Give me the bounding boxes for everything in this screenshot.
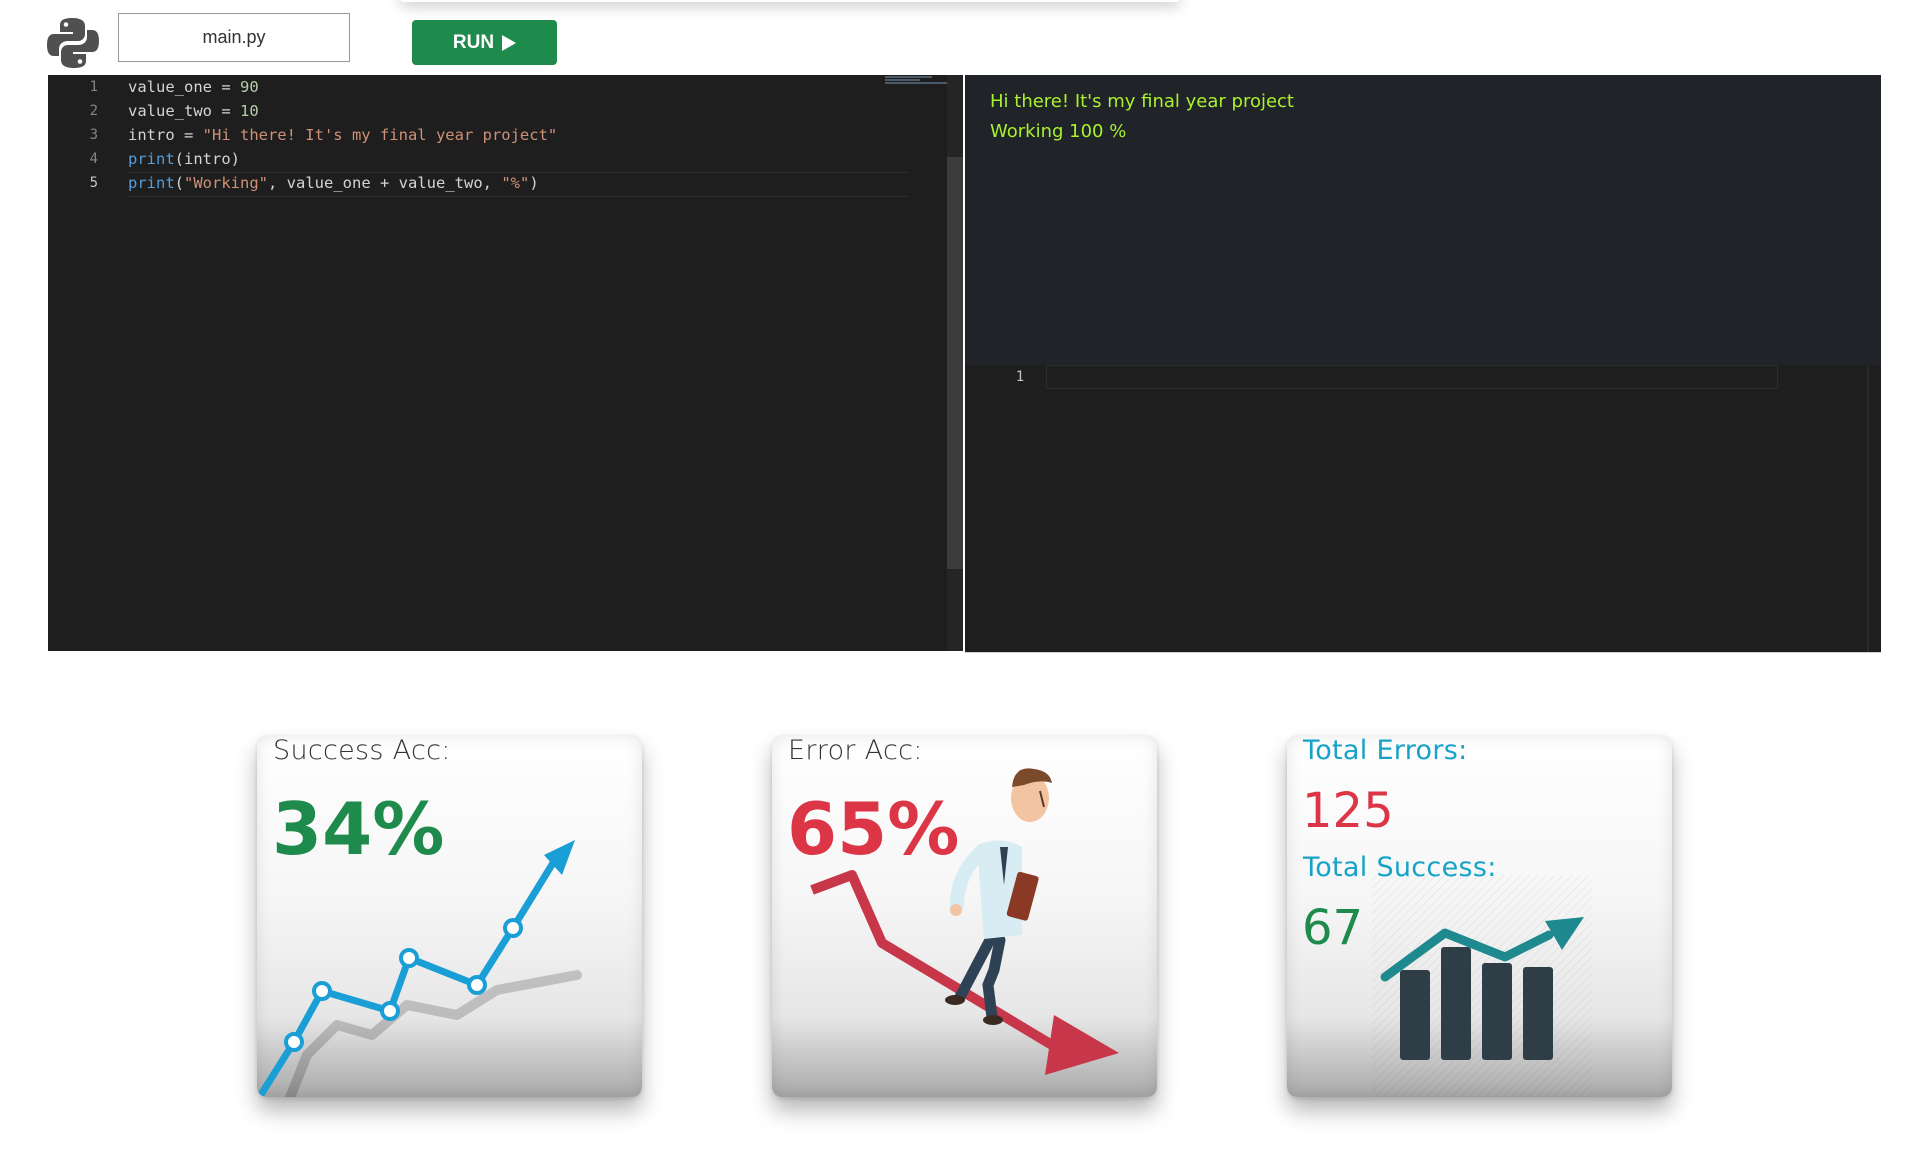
- editor-scrollbar[interactable]: [947, 75, 963, 651]
- success-accuracy-card: Success Acc: 34%: [257, 735, 642, 1097]
- code-text: print("Working", value_one + value_two, …: [128, 174, 539, 192]
- play-icon: [502, 34, 517, 51]
- code-editor[interactable]: 1 value_one = 90 2 value_two = 10 3 intro = "…: [48, 75, 963, 651]
- python-logo-icon: [47, 18, 99, 68]
- run-button[interactable]: RUN: [412, 20, 557, 65]
- line-number: 3: [89, 127, 98, 143]
- top-drop-shadow: [400, 0, 1180, 2]
- output-console: Hi there! It's my final year project Wor…: [965, 75, 1881, 365]
- file-name-field[interactable]: main.py: [118, 13, 350, 62]
- line-number: 4: [89, 151, 98, 167]
- total-success-label: Total Success:: [1303, 852, 1497, 883]
- output-line: Hi there! It's my final year project: [990, 91, 1294, 112]
- rising-line-chart-icon: [258, 840, 582, 1097]
- input-editor[interactable]: 1: [965, 365, 1881, 653]
- error-accuracy-card: Error Acc: 65%: [772, 735, 1157, 1097]
- run-button-label: RUN: [452, 31, 495, 53]
- error-acc-value: 65%: [787, 787, 960, 871]
- total-success-value: 67: [1302, 900, 1364, 956]
- line-number: 5: [89, 175, 98, 191]
- code-text: value_two = 10: [128, 102, 259, 120]
- output-line: Working 100 %: [990, 121, 1127, 142]
- input-current-line[interactable]: [1046, 365, 1778, 389]
- line-number: 2: [89, 103, 98, 119]
- scrollbar-thumb[interactable]: [947, 157, 963, 569]
- input-scroll-edge: [1867, 365, 1869, 652]
- line-number: 1: [89, 79, 98, 95]
- line-number: 1: [1015, 369, 1025, 385]
- total-errors-value: 125: [1302, 783, 1394, 839]
- code-text: intro = "Hi there! It's my final year pr…: [128, 126, 558, 144]
- code-text: value_one = 90: [128, 78, 259, 96]
- totals-card: Total Errors: 125 Total Success: 67: [1287, 735, 1672, 1097]
- total-errors-label: Total Errors:: [1303, 735, 1468, 766]
- code-text: print(intro): [128, 150, 240, 168]
